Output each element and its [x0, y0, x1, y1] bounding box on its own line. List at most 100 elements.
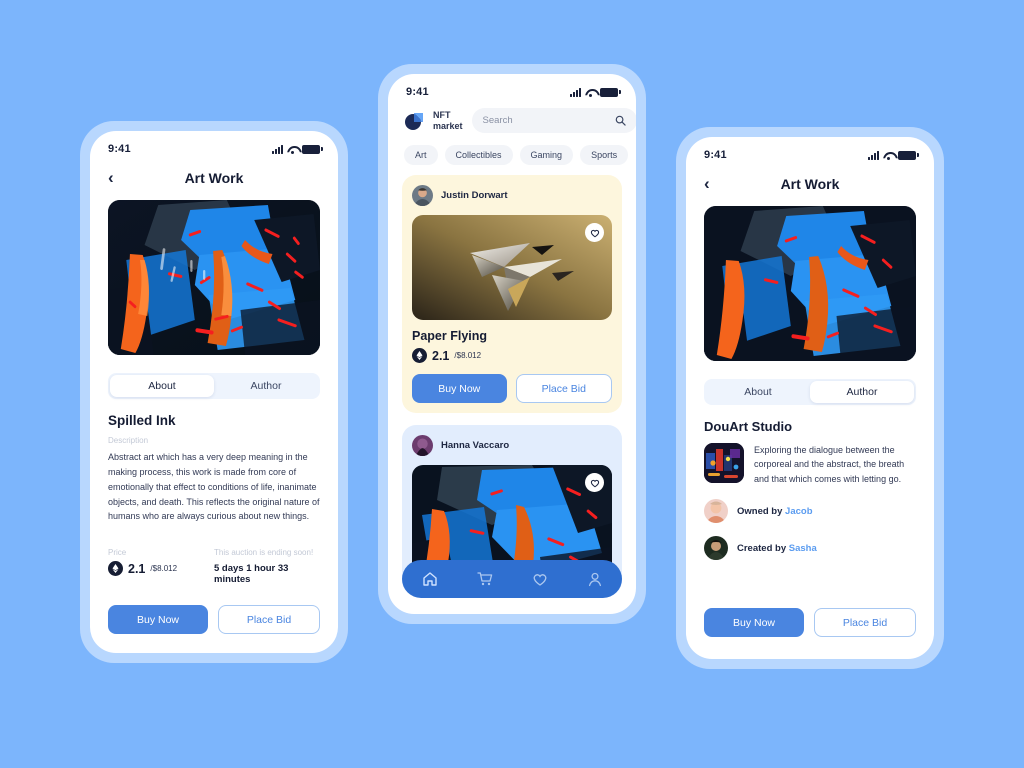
battery-icon [302, 144, 323, 154]
artwork-image [704, 206, 916, 361]
detail-body: Spilled Ink Description Abstract art whi… [90, 399, 338, 585]
card-price-usd: /$8.012 [454, 351, 482, 360]
heart-icon[interactable] [532, 571, 548, 587]
buy-now-button[interactable]: Buy Now [108, 605, 208, 635]
author-studio-name: DouArt Studio [704, 419, 793, 434]
nft-card-paper-flying[interactable]: Justin Dorwart Paper Flying 2.1 /$8.012 … [402, 175, 622, 413]
creator-label: Created by Sasha [737, 543, 817, 554]
creator-name[interactable]: Sasha [789, 543, 817, 554]
search-icon[interactable] [615, 115, 626, 126]
card-title: Paper Flying [412, 329, 488, 343]
category-gaming[interactable]: Gaming [519, 145, 574, 165]
creator-prefix: Created by [737, 542, 789, 554]
buy-now-button[interactable]: Buy Now [412, 374, 507, 403]
chevron-left-icon[interactable]: ‹ [704, 175, 710, 192]
avatar [704, 499, 728, 524]
price-label: Price [108, 548, 127, 558]
status-bar: 9:41 [388, 74, 636, 104]
screen: 9:41 ‹ Art Work [686, 137, 934, 659]
status-time: 9:41 [406, 86, 429, 98]
avatar [412, 435, 433, 456]
price-value: 2.1 /$8.012 [108, 561, 214, 577]
avatar [704, 536, 728, 561]
status-time: 9:41 [108, 143, 131, 155]
wifi-icon [287, 145, 298, 154]
category-art[interactable]: Art [404, 145, 438, 165]
owner-name[interactable]: Jacob [785, 506, 812, 517]
search-input[interactable] [482, 115, 615, 126]
cart-icon[interactable] [476, 571, 493, 587]
status-icons [570, 87, 621, 97]
detail-actions: Buy Now Place Bid [90, 605, 338, 635]
category-tabs: Art Collectibles Gaming Sports [388, 133, 636, 175]
cellular-signal-icon [868, 150, 879, 160]
status-bar: 9:41 [686, 137, 934, 167]
cellular-signal-icon [570, 87, 581, 97]
category-sports[interactable]: Sports [580, 145, 629, 165]
owner-label: Owned by Jacob [737, 506, 813, 517]
tab-author[interactable]: Author [810, 381, 914, 403]
detail-header: ‹ Art Work [686, 167, 934, 206]
studio-thumbnail [704, 443, 744, 483]
price-usd: /$8.012 [150, 564, 178, 574]
category-collectibles[interactable]: Collectibles [444, 145, 513, 165]
detail-tabs: About Author [704, 379, 916, 405]
description-label: Description [108, 436, 149, 445]
card-username: Justin Dorwart [441, 190, 508, 201]
favorite-heart-icon[interactable] [585, 473, 604, 492]
battery-icon [600, 87, 621, 97]
page-title: Art Work [184, 169, 244, 186]
phone-middle-marketplace: 9:41 NFT market Search Art Collectibles … [378, 64, 646, 624]
place-bid-button[interactable]: Place Bid [218, 605, 320, 635]
search-bar[interactable] [471, 108, 636, 133]
marketplace-header: NFT market [388, 104, 636, 133]
card-price: 2.1 /$8.012 [412, 348, 612, 363]
card-price-amount: 2.1 [432, 348, 450, 363]
status-icons [868, 150, 919, 160]
chevron-left-icon[interactable]: ‹ [108, 169, 114, 186]
ethereum-icon [108, 561, 123, 577]
battery-icon [898, 150, 919, 160]
artwork-image [108, 200, 320, 355]
profile-icon[interactable] [587, 571, 603, 587]
wifi-icon [883, 151, 894, 160]
buy-now-button[interactable]: Buy Now [704, 608, 804, 637]
card-artwork [412, 215, 612, 320]
logo-text: NFT market [433, 110, 463, 131]
price-amount: 2.1 [128, 561, 146, 576]
card-user: Justin Dorwart [412, 185, 612, 206]
place-bid-button[interactable]: Place Bid [515, 374, 612, 403]
phone-left-artwork-about: 9:41 ‹ Art Work About Author Spilled Ink… [80, 121, 348, 663]
tab-about[interactable]: About [706, 381, 810, 403]
status-time: 9:41 [704, 149, 727, 161]
cellular-signal-icon [272, 144, 283, 154]
owner-prefix: Owned by [737, 505, 786, 517]
card-username: Hanna Vaccaro [441, 440, 510, 451]
status-bar: 9:41 [90, 131, 338, 161]
screen: 9:41 NFT market Search Art Collectibles … [388, 74, 636, 614]
author-description: Exploring the dialogue between the corpo… [754, 445, 905, 484]
avatar [412, 185, 433, 206]
nft-logo-icon [404, 111, 424, 131]
author-body: DouArt Studio Exploring the dialogue bet… [686, 405, 934, 561]
price-block: Price 2.1 /$8.012 [108, 540, 214, 585]
card-user: Hanna Vaccaro [412, 435, 612, 456]
tab-about[interactable]: About [110, 375, 214, 397]
wifi-icon [585, 88, 596, 97]
logo-line-1: NFT [433, 110, 451, 121]
detail-tabs: About Author [108, 373, 320, 399]
home-icon[interactable] [422, 571, 438, 587]
tab-author[interactable]: Author [214, 375, 318, 397]
detail-header: ‹ Art Work [90, 161, 338, 200]
logo-line-2: market [433, 120, 463, 131]
place-bid-button[interactable]: Place Bid [814, 608, 916, 637]
favorite-heart-icon[interactable] [585, 223, 604, 242]
page-title: Art Work [780, 175, 840, 192]
auction-label: This auction is ending soon! [214, 548, 314, 558]
phone-right-artwork-author: 9:41 ‹ Art Work About Author DouArt Stud… [676, 127, 944, 669]
auction-block: This auction is ending soon! 5 days 1 ho… [214, 540, 320, 585]
screen: 9:41 ‹ Art Work [90, 131, 338, 653]
owner-row: Owned by Jacob [704, 499, 916, 524]
detail-actions: Buy Now Place Bid [686, 608, 934, 637]
nft-feed: Justin Dorwart Paper Flying 2.1 /$8.012 … [388, 175, 636, 595]
